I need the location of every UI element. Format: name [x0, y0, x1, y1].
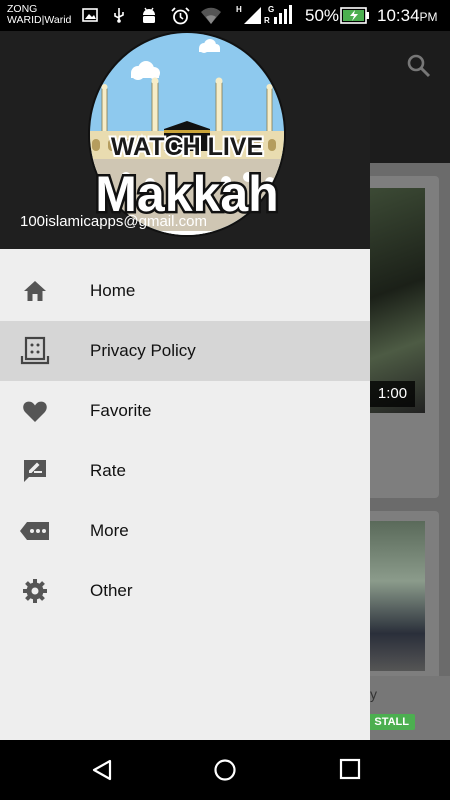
- drawer-item-label: Favorite: [90, 401, 152, 420]
- video-duration: 1:00: [370, 381, 415, 407]
- back-icon[interactable]: [90, 758, 114, 782]
- background-toolbar: [370, 31, 450, 163]
- drawer-item-label: Home: [90, 281, 136, 300]
- wifi-icon: [201, 7, 221, 24]
- status-bar: ZONG WARID|Warid H G R 50% 10:34PM: [0, 0, 450, 31]
- drawer-item-label: Rate: [90, 461, 126, 480]
- signal-h-icon: H: [236, 5, 261, 24]
- battery-percent: 50%: [305, 6, 340, 25]
- svg-text:R: R: [264, 16, 270, 24]
- heart-icon: [23, 401, 47, 422]
- search-icon: [407, 54, 431, 78]
- carrier-label: ZONG WARID|Warid: [7, 4, 71, 26]
- background-video-card: 1:00: [370, 176, 439, 498]
- battery-charging-icon: [340, 7, 369, 24]
- drawer-item-other[interactable]: Other: [0, 561, 370, 621]
- more-icon: [20, 522, 49, 540]
- navigation-drawer: WATCH LIVE Makkah 100islamicapps@gmail.c…: [0, 31, 370, 740]
- android-icon: [143, 7, 155, 23]
- signal-g-icon: G R: [264, 5, 292, 24]
- recents-icon[interactable]: [339, 758, 361, 780]
- carrier-line2: WARID|Warid: [7, 14, 72, 26]
- logo-title-line1: WATCH LIVE: [111, 133, 263, 161]
- clock-time: 10:34: [377, 6, 420, 25]
- svg-text:G: G: [268, 5, 274, 14]
- drawer-item-favorite[interactable]: Favorite: [0, 381, 370, 441]
- clock: 10:34PM: [377, 6, 438, 26]
- install-button: STALL: [370, 714, 415, 730]
- usb-icon: [114, 8, 124, 23]
- drawer-item-more[interactable]: More: [0, 501, 370, 561]
- drawer-item-label: Privacy Policy: [90, 341, 196, 360]
- app-logo: WATCH LIVE Makkah: [88, 31, 286, 237]
- account-email: 100islamicapps@gmail.com: [20, 213, 207, 230]
- gear-icon: [23, 579, 47, 603]
- drawer-item-home[interactable]: Home: [0, 261, 370, 321]
- system-nav-bar: [0, 740, 450, 800]
- background-ad-banner: [370, 676, 450, 740]
- home-circle-icon[interactable]: [213, 758, 237, 782]
- drawer-menu: Home Privacy Policy Favorite Rate More O…: [0, 261, 370, 621]
- video-thumbnail: [370, 188, 425, 413]
- background-partial-text: y: [370, 686, 377, 702]
- drawer-header: WATCH LIVE Makkah 100islamicapps@gmail.c…: [0, 31, 370, 249]
- home-icon: [24, 281, 46, 301]
- rate-icon: [24, 460, 46, 482]
- drawer-item-label: More: [90, 521, 129, 540]
- drawer-item-label: Other: [90, 581, 133, 600]
- svg-text:H: H: [236, 5, 242, 14]
- image-icon: [82, 8, 98, 22]
- drawer-item-rate[interactable]: Rate: [0, 441, 370, 501]
- alarm-icon: [171, 7, 190, 25]
- privacy-policy-icon: [20, 336, 50, 365]
- drawer-item-privacy-policy[interactable]: Privacy Policy: [0, 321, 370, 381]
- background-app: 1:00 y STALL: [370, 31, 450, 740]
- video-thumbnail: [370, 521, 425, 671]
- clock-suffix: PM: [419, 10, 438, 24]
